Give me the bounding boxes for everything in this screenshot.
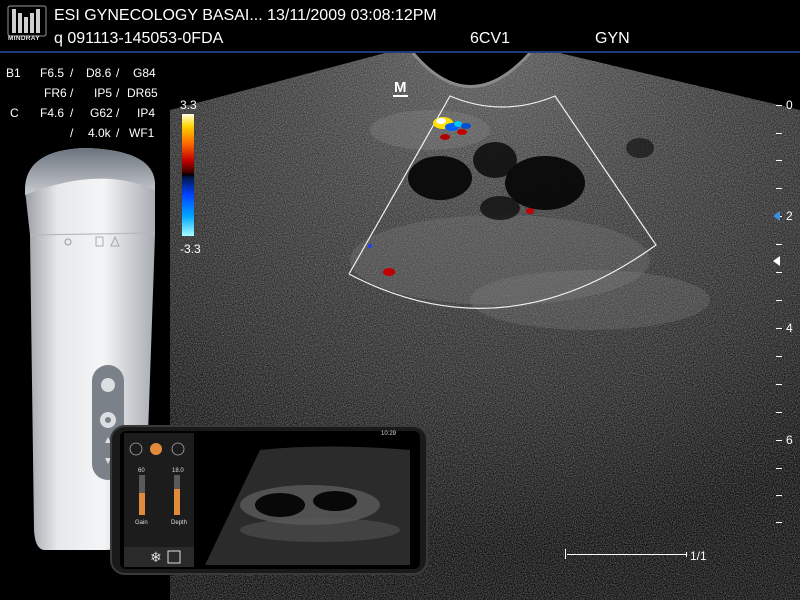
- depth-tick: [776, 160, 782, 161]
- param-separator: /: [70, 126, 74, 140]
- param-cell: D8.6: [86, 66, 112, 80]
- power-icon: [101, 378, 115, 392]
- exam-mode[interactable]: GYN: [595, 30, 630, 48]
- param-separator: /: [70, 106, 74, 120]
- param-cell: WF1: [129, 126, 155, 140]
- depth-label: 2: [786, 209, 793, 223]
- phone-gain-label: Gain: [135, 520, 148, 526]
- depth-tick: [776, 522, 782, 523]
- param-separator: /: [116, 106, 120, 120]
- phone-depth-label: Depth: [171, 520, 188, 526]
- param-cell: F6.5: [40, 66, 65, 80]
- depth-tick: [776, 300, 782, 301]
- param-separator: /: [116, 86, 120, 100]
- orientation-mark: M: [393, 79, 408, 97]
- param-cell: DR65: [127, 86, 158, 100]
- patient-id: q 091113-145053-0FDA: [54, 30, 224, 47]
- follicle: [473, 142, 517, 178]
- param-separator: /: [70, 86, 74, 100]
- param-cell: 4.0k: [88, 126, 111, 140]
- param-cell: F4.6: [40, 106, 65, 120]
- color-scale-max: 3.3: [180, 98, 197, 112]
- focus-marker-icon[interactable]: [773, 211, 780, 221]
- depth-label: 6: [786, 433, 793, 447]
- param-cell: G84: [133, 66, 156, 80]
- depth-tick: [776, 188, 782, 189]
- param-cell: IP4: [137, 106, 156, 120]
- scale-bar-cursor[interactable]: [565, 549, 566, 559]
- depth-tick: [776, 468, 782, 469]
- scale-bar-end: [686, 552, 687, 557]
- depth-tick: [776, 133, 782, 134]
- mode-c-label: C: [10, 106, 19, 120]
- page-indicator: 1/1: [690, 549, 707, 563]
- param-separator: /: [116, 66, 120, 80]
- depth-tick: [776, 440, 782, 441]
- phone-depth-value: 18.0: [172, 468, 184, 474]
- depth-tick: [776, 356, 782, 357]
- phone-clock: 10:29: [381, 431, 397, 437]
- header: MINDRAY ESI GYNECOLOGY BASAI... 13/11/20…: [0, 0, 800, 52]
- depth-tick: [776, 495, 782, 496]
- mode-b-label: B1: [6, 66, 21, 80]
- snowflake-icon: ❄: [150, 550, 162, 566]
- depth-label: 4: [786, 321, 793, 335]
- param-cell: FR6: [44, 86, 67, 100]
- color-scale-min: -3.3: [180, 242, 201, 256]
- scale-bar: [567, 554, 686, 555]
- focus-marker-icon[interactable]: [773, 256, 780, 266]
- exam-title: ESI GYNECOLOGY BASAI... 13/11/2009 03:08…: [54, 7, 437, 24]
- depth-tick: [776, 105, 782, 106]
- depth-tick: [776, 272, 782, 273]
- depth-label: 0: [786, 98, 793, 112]
- depth-tick: [776, 412, 782, 413]
- param-separator: /: [116, 126, 120, 140]
- param-separator: /: [70, 66, 74, 80]
- probe-name[interactable]: 6CV1: [470, 30, 510, 48]
- color-scale-bar: [181, 113, 195, 237]
- follicle: [408, 156, 472, 200]
- smartphone-app-preview: ❄: [110, 425, 428, 575]
- depth-tick: [776, 328, 782, 329]
- depth-tick: [776, 384, 782, 385]
- follicle: [480, 196, 520, 220]
- follicle: [626, 138, 654, 158]
- header-divider: [0, 51, 800, 53]
- logo-text: MINDRAY: [8, 35, 40, 42]
- phone-gain-value: 60: [138, 468, 145, 474]
- depth-tick: [776, 244, 782, 245]
- param-cell: IP5: [94, 86, 113, 100]
- param-cell: G62: [90, 106, 113, 120]
